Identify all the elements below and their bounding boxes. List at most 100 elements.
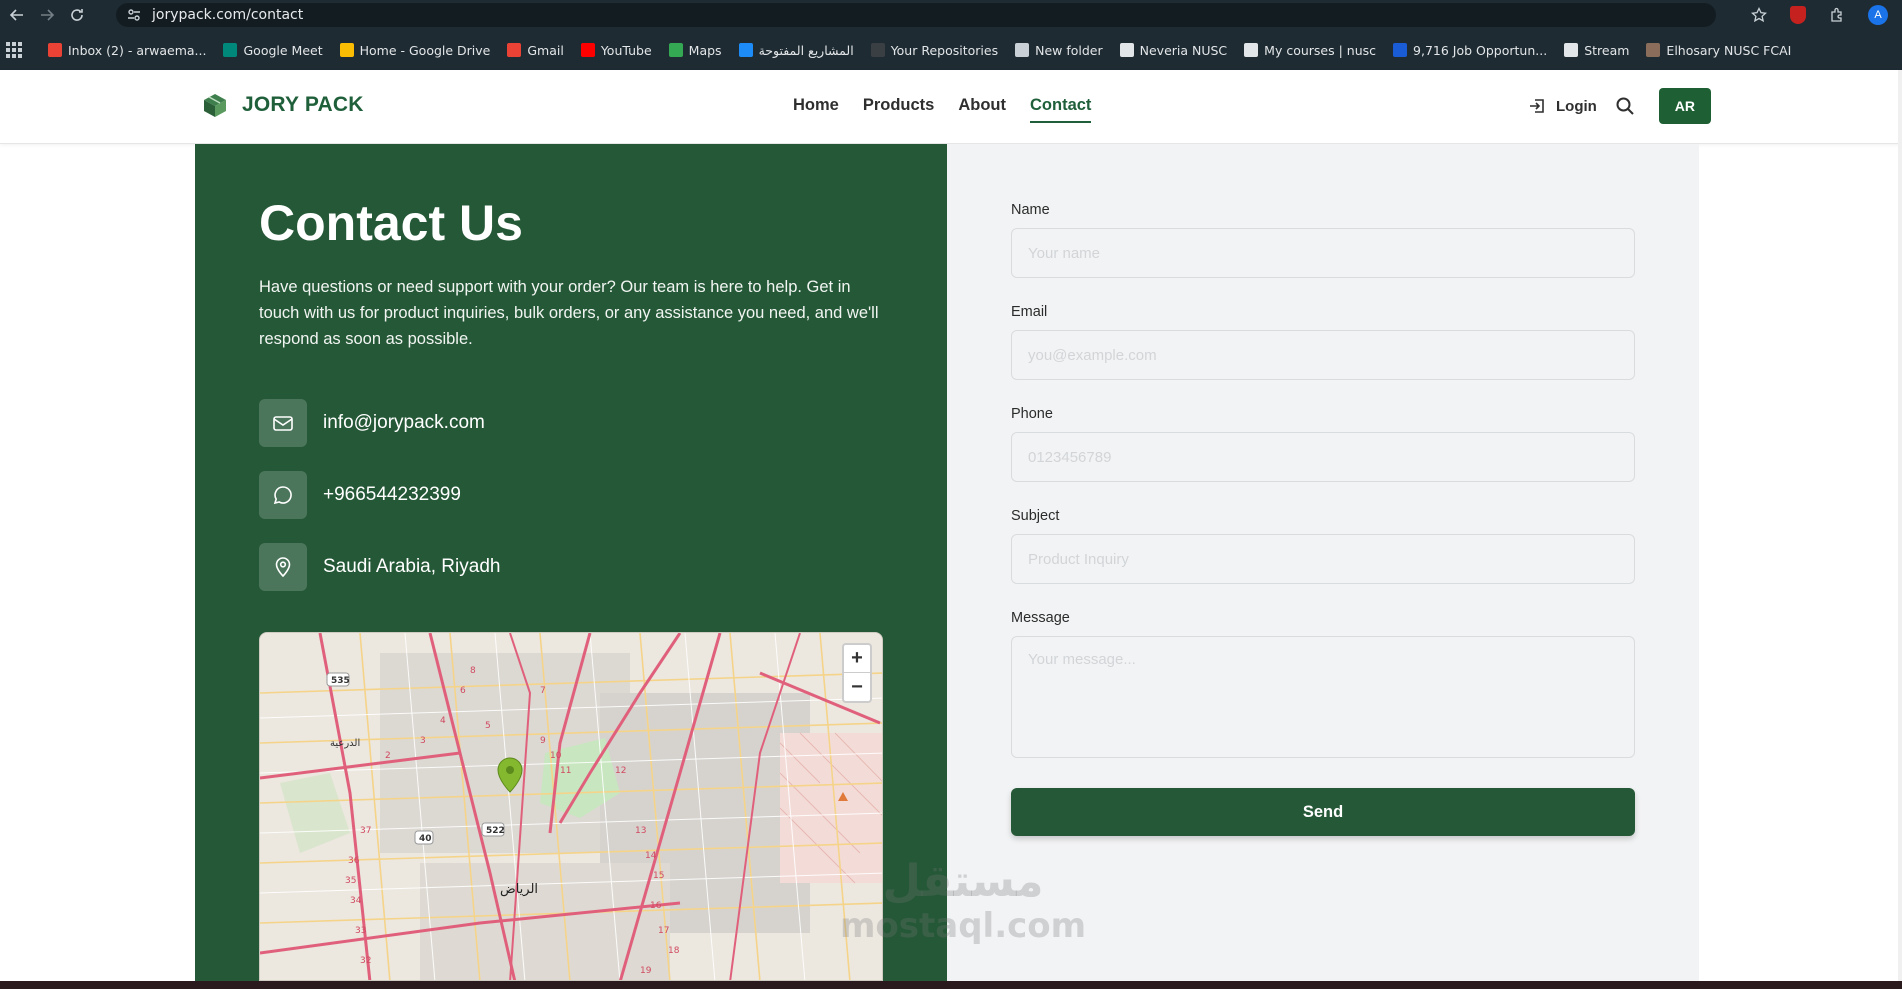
svg-text:37: 37 [360, 826, 371, 836]
svg-text:35: 35 [345, 876, 356, 886]
svg-text:19: 19 [640, 966, 652, 976]
svg-text:36: 36 [348, 856, 360, 866]
bookmark-item[interactable]: Neveria NUSC [1119, 42, 1228, 58]
bookmark-label: Inbox (2) - arwaema... [68, 42, 207, 58]
page-title: Contact Us [259, 195, 523, 251]
bookmark-favicon-icon [1564, 43, 1579, 57]
login-icon [1530, 99, 1544, 113]
contact-phone-row[interactable]: +966544232399 [259, 471, 461, 519]
bookmark-favicon-icon [738, 43, 753, 57]
bookmark-label: New folder [1035, 42, 1103, 58]
watermark: مستقل mostaql.com [840, 860, 1086, 948]
bookmark-favicon-icon [580, 43, 595, 57]
bookmark-favicon-icon [1646, 43, 1661, 57]
name-input[interactable] [1011, 228, 1635, 278]
svg-text:34: 34 [350, 896, 362, 906]
map-zoom-in-button[interactable]: + [844, 645, 870, 673]
profile-avatar[interactable]: A [1868, 5, 1888, 25]
bookmarks-bar: Inbox (2) - arwaema... Google Meet Home - … [0, 30, 1902, 70]
bookmark-item[interactable]: New folder [1015, 43, 1103, 58]
bookmark-label: Home - Google Drive [359, 42, 491, 58]
bookmark-star-icon[interactable] [1750, 6, 1768, 24]
phone-label: Phone [1011, 406, 1053, 422]
extensions-puzzle-icon[interactable] [1828, 6, 1846, 24]
contact-location: Saudi Arabia, Riyadh [323, 556, 501, 577]
bookmark-item[interactable]: Stream [1564, 43, 1629, 58]
bookmark-favicon-icon [1015, 43, 1030, 57]
map-label-diriyah: الدرعية [330, 738, 360, 749]
bookmark-item[interactable]: 9,716 Job Opportun... [1393, 43, 1547, 58]
bookmark-label: Maps [688, 42, 722, 58]
browser-toolbar: jorypack.com/contact A [0, 0, 1902, 30]
nav-about[interactable]: About [958, 96, 1006, 123]
bookmark-item[interactable]: Maps [668, 42, 722, 58]
bookmark-label: My courses | nusc [1264, 42, 1377, 58]
map-tiles[interactable]: 86 7 5 4 3 2 9 10 12 13 14 16 17 18 37 36 35 34 33 32… [260, 633, 883, 981]
svg-text:7: 7 [540, 686, 546, 696]
reload-icon[interactable] [64, 2, 90, 28]
bookmark-item[interactable]: Inbox (2) - arwaema... [48, 43, 206, 58]
svg-text:16: 16 [650, 901, 662, 911]
nav-home[interactable]: Home [793, 96, 839, 123]
phone-input[interactable] [1011, 432, 1635, 482]
bookmark-label: Neveria NUSC [1139, 42, 1228, 58]
back-icon[interactable] [4, 2, 30, 28]
page-scrollbar[interactable] [1898, 70, 1902, 989]
brand-logo-link[interactable]: JORY PACK [200, 90, 364, 120]
subject-input[interactable] [1011, 534, 1635, 584]
brand-name: JORY PACK [242, 93, 364, 116]
extension-shield-icon[interactable] [1790, 6, 1806, 24]
language-toggle-button[interactable]: AR [1658, 88, 1711, 124]
email-label: Email [1011, 304, 1048, 320]
bookmark-item[interactable]: Gmail [507, 43, 564, 58]
message-textarea[interactable] [1011, 636, 1635, 758]
contact-email-row[interactable]: info@jorypack.com [259, 399, 485, 447]
bookmark-label: Elhosary NUSC FCAI [1666, 42, 1792, 58]
search-icon[interactable] [1615, 96, 1635, 116]
contact-location-row: Saudi Arabia, Riyadh [259, 543, 500, 591]
contact-info-panel: Contact Us Have questions or need suppor… [195, 144, 947, 981]
bookmark-label: 9,716 Job Opportun... [1413, 42, 1548, 58]
bookmark-favicon-icon [1393, 43, 1408, 57]
chat-bubble-icon [259, 471, 307, 519]
nav-products[interactable]: Products [863, 96, 935, 123]
bookmark-item[interactable]: المشاريع المفتوحة [738, 42, 854, 58]
bookmark-item[interactable]: Your Repositories [870, 43, 998, 58]
svg-text:8: 8 [470, 666, 476, 676]
bookmark-favicon-icon [1244, 43, 1259, 57]
bookmark-item[interactable]: YouTube [580, 42, 652, 58]
forward-icon[interactable] [34, 2, 60, 28]
bookmark-label: المشاريع المفتوحة [758, 42, 854, 58]
email-input[interactable] [1011, 330, 1635, 380]
map-zoom-out-button[interactable]: − [844, 673, 870, 701]
svg-text:11: 11 [560, 766, 571, 776]
svg-text:32: 32 [360, 956, 371, 966]
bookmark-item[interactable]: Elhosary NUSC FCAI [1646, 43, 1791, 58]
svg-text:18: 18 [668, 946, 680, 956]
contact-phone: +966544232399 [323, 484, 461, 505]
bookmark-label: YouTube [600, 42, 652, 58]
bookmark-item[interactable]: Google Meet [223, 43, 323, 58]
bookmark-item[interactable]: Home - Google Drive [339, 42, 491, 58]
bookmark-label: Stream [1584, 42, 1630, 58]
login-button[interactable]: Login [1528, 97, 1597, 115]
bookmark-favicon-icon [668, 43, 683, 57]
site-settings-icon[interactable] [126, 7, 142, 23]
svg-text:12: 12 [615, 766, 626, 776]
box-logo-icon [204, 94, 226, 117]
nav-contact[interactable]: Contact [1030, 96, 1092, 123]
send-button[interactable]: Send [1011, 788, 1635, 836]
map-zoom-control: + − [842, 643, 872, 703]
svg-text:4: 4 [440, 716, 446, 726]
watermark-latin: mostaql.com [840, 906, 1087, 946]
svg-text:17: 17 [658, 926, 669, 936]
url-text: jorypack.com/contact [152, 7, 304, 23]
svg-text:9: 9 [540, 736, 546, 746]
address-bar[interactable]: jorypack.com/contact [116, 3, 1716, 27]
map-label-road-522: 522 [486, 826, 505, 836]
svg-text:5: 5 [485, 721, 491, 731]
apps-grid-icon[interactable] [6, 42, 22, 58]
map-label-riyadh: الرياض [500, 882, 538, 897]
bookmark-item[interactable]: My courses | nusc [1244, 43, 1376, 58]
location-map[interactable]: 86 7 5 4 3 2 9 10 12 13 14 16 17 18 37 36 35 34 33 32… [259, 632, 883, 981]
